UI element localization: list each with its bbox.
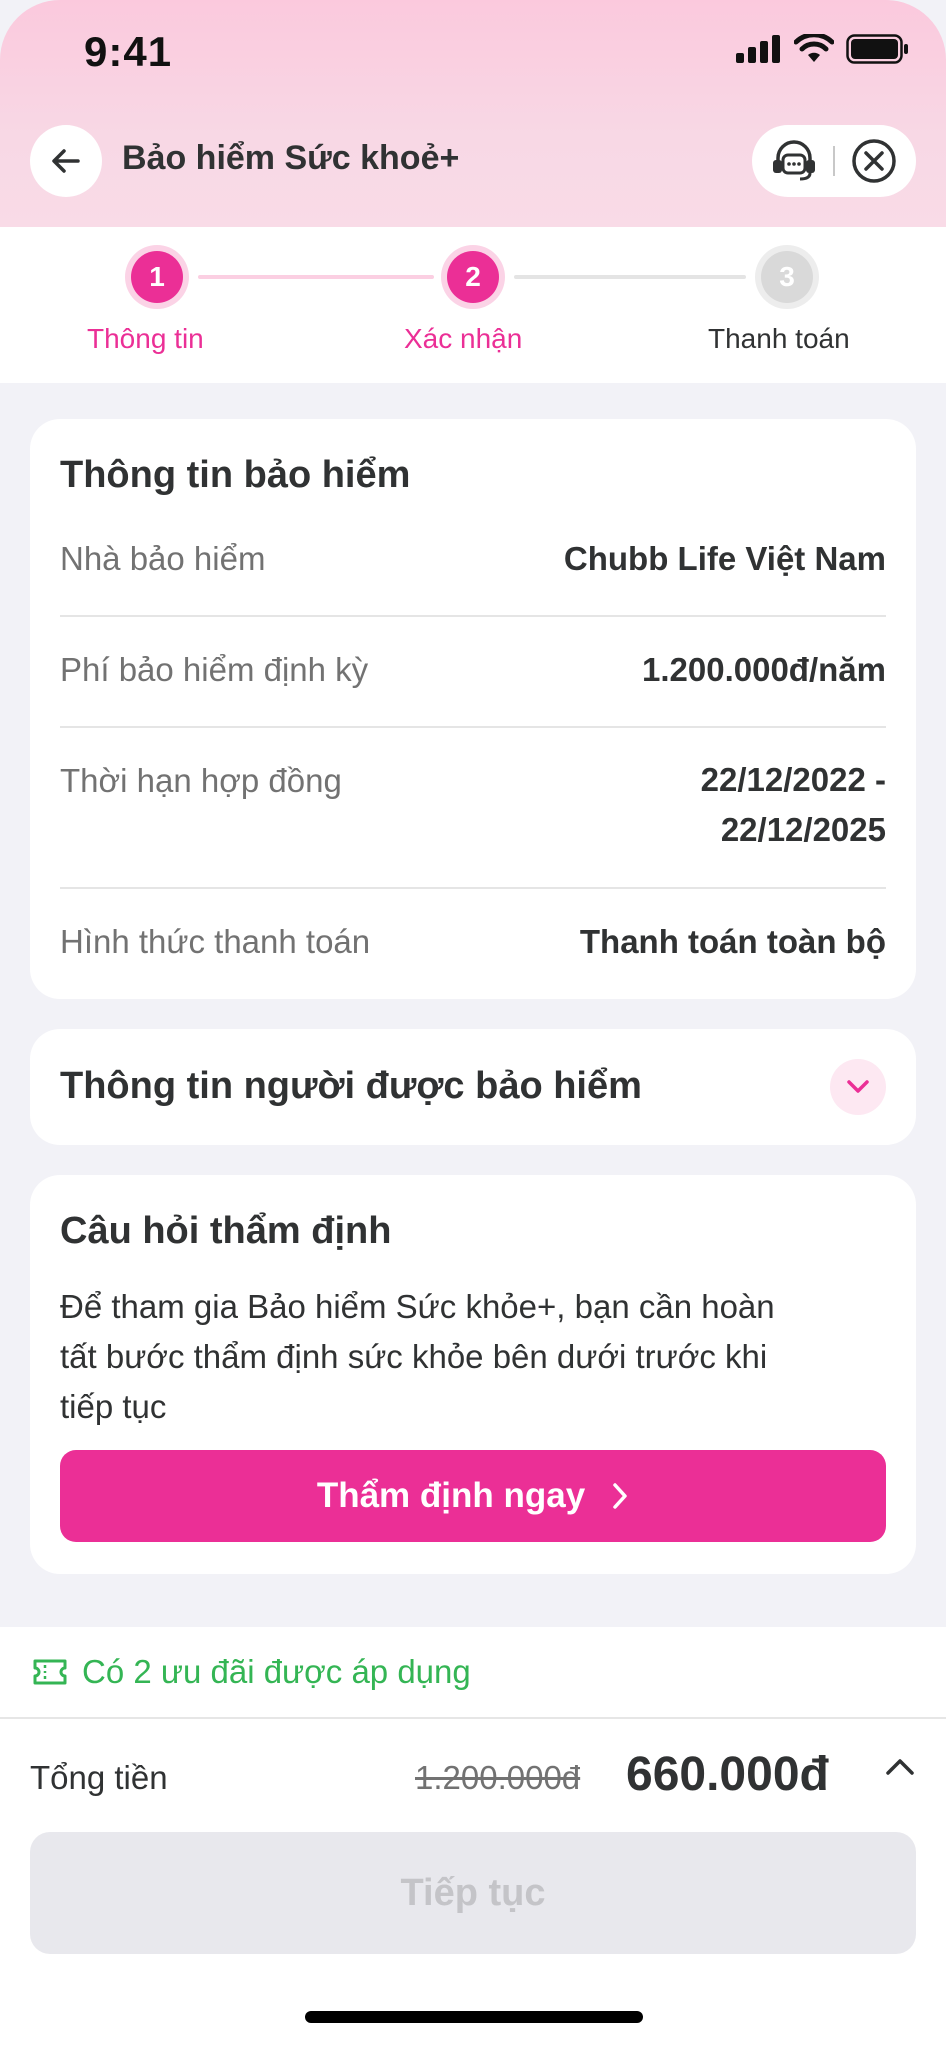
- step-2-circle: 2: [447, 251, 499, 303]
- assessment-description: Để tham gia Bảo hiểm Sức khỏe+, bạn cần …: [60, 1282, 886, 1432]
- assessment-title: Câu hỏi thẩm định: [60, 1210, 392, 1252]
- insured-person-card[interactable]: Thông tin người được bảo hiểm: [30, 1029, 916, 1145]
- signal-icon: [736, 35, 780, 63]
- bottom-panel: Tổng tiền 1.200.000đ 660.000đ Tiếp tục: [0, 1719, 946, 2048]
- wifi-icon: [794, 34, 834, 62]
- payment-method-label: Hình thức thanh toán: [60, 923, 371, 960]
- step-3-circle: 3: [761, 251, 813, 303]
- assess-now-label: Thẩm định ngay: [316, 1476, 586, 1515]
- support-agent-icon[interactable]: [770, 138, 818, 184]
- home-indicator: [305, 2011, 643, 2023]
- payment-method-value: Thanh toán toàn bộ: [579, 923, 886, 960]
- chevron-down-icon: [847, 1080, 869, 1093]
- insurer-value: Chubb Life Việt Nam: [563, 540, 886, 577]
- battery-icon: [846, 34, 908, 64]
- term-end: 22/12/2025: [720, 811, 886, 848]
- header: 9:41 Bảo hiểm Sức khoẻ+: [0, 0, 946, 227]
- screen: 9:41 Bảo hiểm Sức khoẻ+ 1 2 3 Thông tin …: [0, 0, 946, 2048]
- assessment-line-3: tiếp tục: [60, 1388, 167, 1425]
- term-value: 22/12/2022 - 22/12/2025: [701, 755, 886, 855]
- status-bar: 9:41: [0, 0, 946, 105]
- expand-button[interactable]: [830, 1059, 886, 1115]
- assess-now-button[interactable]: Thẩm định ngay: [60, 1450, 886, 1542]
- nav-actions: [752, 125, 916, 197]
- info-row-insurer: Nhà bảo hiểm Chubb Life Việt Nam: [60, 540, 886, 578]
- insurance-info-title: Thông tin bảo hiểm: [60, 454, 411, 496]
- back-button[interactable]: [30, 125, 102, 197]
- step-1-circle: 1: [131, 251, 183, 303]
- nav-divider: [833, 146, 835, 176]
- total-label: Tổng tiền: [30, 1759, 168, 1796]
- step-line-2: [514, 275, 746, 279]
- term-label: Thời hạn hợp đồng: [60, 762, 342, 799]
- status-icons: [736, 34, 910, 64]
- assessment-line-2: tất bước thẩm định sức khỏe bên dưới trư…: [60, 1338, 768, 1375]
- row-divider: [60, 615, 886, 617]
- voucher-icon: [33, 1659, 67, 1685]
- premium-value: 1.200.000đ/năm: [642, 651, 886, 688]
- continue-button[interactable]: Tiếp tục: [30, 1832, 916, 1954]
- insurance-info-card: Thông tin bảo hiểm Nhà bảo hiểm Chubb Li…: [30, 419, 916, 999]
- row-divider: [60, 726, 886, 728]
- step-2-label: Xác nhận: [404, 323, 523, 354]
- old-price: 1.200.000đ: [415, 1759, 581, 1796]
- chevron-right-icon: [613, 1483, 627, 1509]
- step-line-1: [198, 275, 434, 279]
- insurer-label: Nhà bảo hiểm: [60, 540, 266, 577]
- arrow-left-icon: [52, 149, 80, 173]
- premium-label: Phí bảo hiểm định kỳ: [60, 651, 369, 688]
- page-title: Bảo hiểm Sức khoẻ+: [122, 139, 460, 177]
- assessment-card: Câu hỏi thẩm định Để tham gia Bảo hiểm S…: [30, 1175, 916, 1574]
- promo-bar[interactable]: Có 2 ưu đãi được áp dụng: [0, 1627, 946, 1719]
- info-row-premium: Phí bảo hiểm định kỳ 1.200.000đ/năm: [60, 651, 886, 689]
- info-row-term: Thời hạn hợp đồng 22/12/2022 - 22/12/202…: [60, 761, 886, 855]
- insured-person-title: Thông tin người được bảo hiểm: [60, 1065, 642, 1107]
- step-3-label: Thanh toán: [708, 323, 850, 354]
- status-time: 9:41: [84, 28, 173, 75]
- total-price: 660.000đ: [626, 1748, 829, 1801]
- nav-bar: Bảo hiểm Sức khoẻ+: [0, 125, 946, 201]
- row-divider: [60, 887, 886, 889]
- term-start: 22/12/2022 -: [700, 761, 886, 798]
- chevron-up-icon[interactable]: [884, 1755, 916, 1779]
- promo-text: Có 2 ưu đãi được áp dụng: [82, 1653, 471, 1690]
- step-1-label: Thông tin: [87, 323, 204, 354]
- assessment-line-1: Để tham gia Bảo hiểm Sức khỏe+, bạn cần …: [60, 1288, 775, 1325]
- info-row-payment-method: Hình thức thanh toán Thanh toán toàn bộ: [60, 923, 886, 961]
- close-circle-icon[interactable]: [850, 137, 898, 185]
